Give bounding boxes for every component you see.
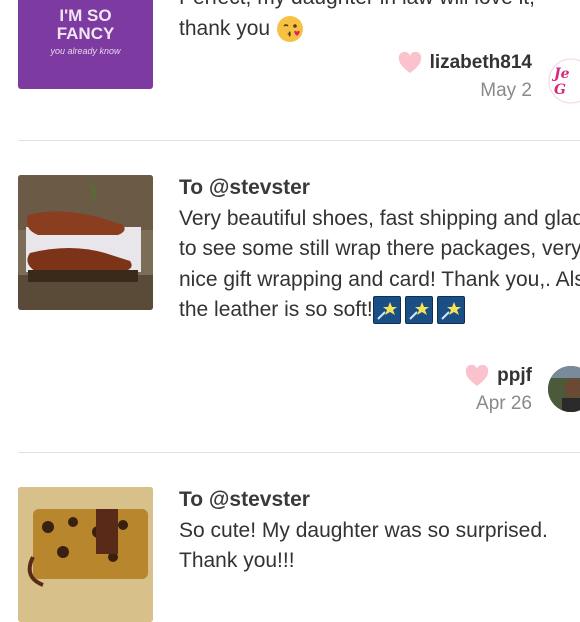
- thumb-text: you already know: [50, 46, 121, 56]
- divider: [18, 452, 580, 453]
- review-text-line: thank you: [179, 16, 271, 40]
- review-recipient[interactable]: To @stevster: [179, 485, 580, 516]
- thumb-text: FANCY: [56, 24, 115, 43]
- reviewer-username[interactable]: ppjf: [497, 365, 532, 386]
- review-recipient[interactable]: To @stevster: [179, 173, 580, 204]
- product-thumbnail[interactable]: I'M SO FANCY you already know: [18, 0, 153, 89]
- star-emoji-icon: [436, 296, 465, 325]
- heart-icon[interactable]: [465, 364, 489, 387]
- product-thumbnail[interactable]: [18, 487, 153, 622]
- star-emoji-icon: [404, 296, 433, 325]
- review-date: Apr 26: [476, 393, 532, 414]
- review-text-body: So cute! My daughter was so surprised. T…: [179, 518, 548, 573]
- reviewer-avatar[interactable]: [548, 366, 580, 412]
- thumb-text: I'M SO: [59, 6, 112, 25]
- review-text: To @stevster Very beautiful shoes, fast …: [179, 173, 580, 326]
- reviewer-avatar[interactable]: Je G: [548, 58, 580, 104]
- product-thumbnail[interactable]: [18, 175, 153, 310]
- review-meta: lizabeth814 May 2: [398, 51, 532, 102]
- review-date: May 2: [480, 80, 532, 101]
- reviewer-username[interactable]: lizabeth814: [430, 52, 532, 73]
- svg-text:Je: Je: [551, 66, 570, 82]
- review-text: To @stevster So cute! My daughter was so…: [179, 485, 580, 577]
- svg-text:G: G: [554, 82, 566, 98]
- review-text-line: Perfect, my daughter in law will love it…: [179, 0, 580, 14]
- divider: [18, 140, 580, 141]
- heart-icon[interactable]: [398, 51, 422, 74]
- star-emoji-icon: [372, 296, 401, 325]
- review-text: Perfect, my daughter in law will love it…: [179, 0, 580, 44]
- review-meta: ppjf Apr 26: [465, 364, 532, 415]
- kiss-emoji-icon: [276, 15, 304, 43]
